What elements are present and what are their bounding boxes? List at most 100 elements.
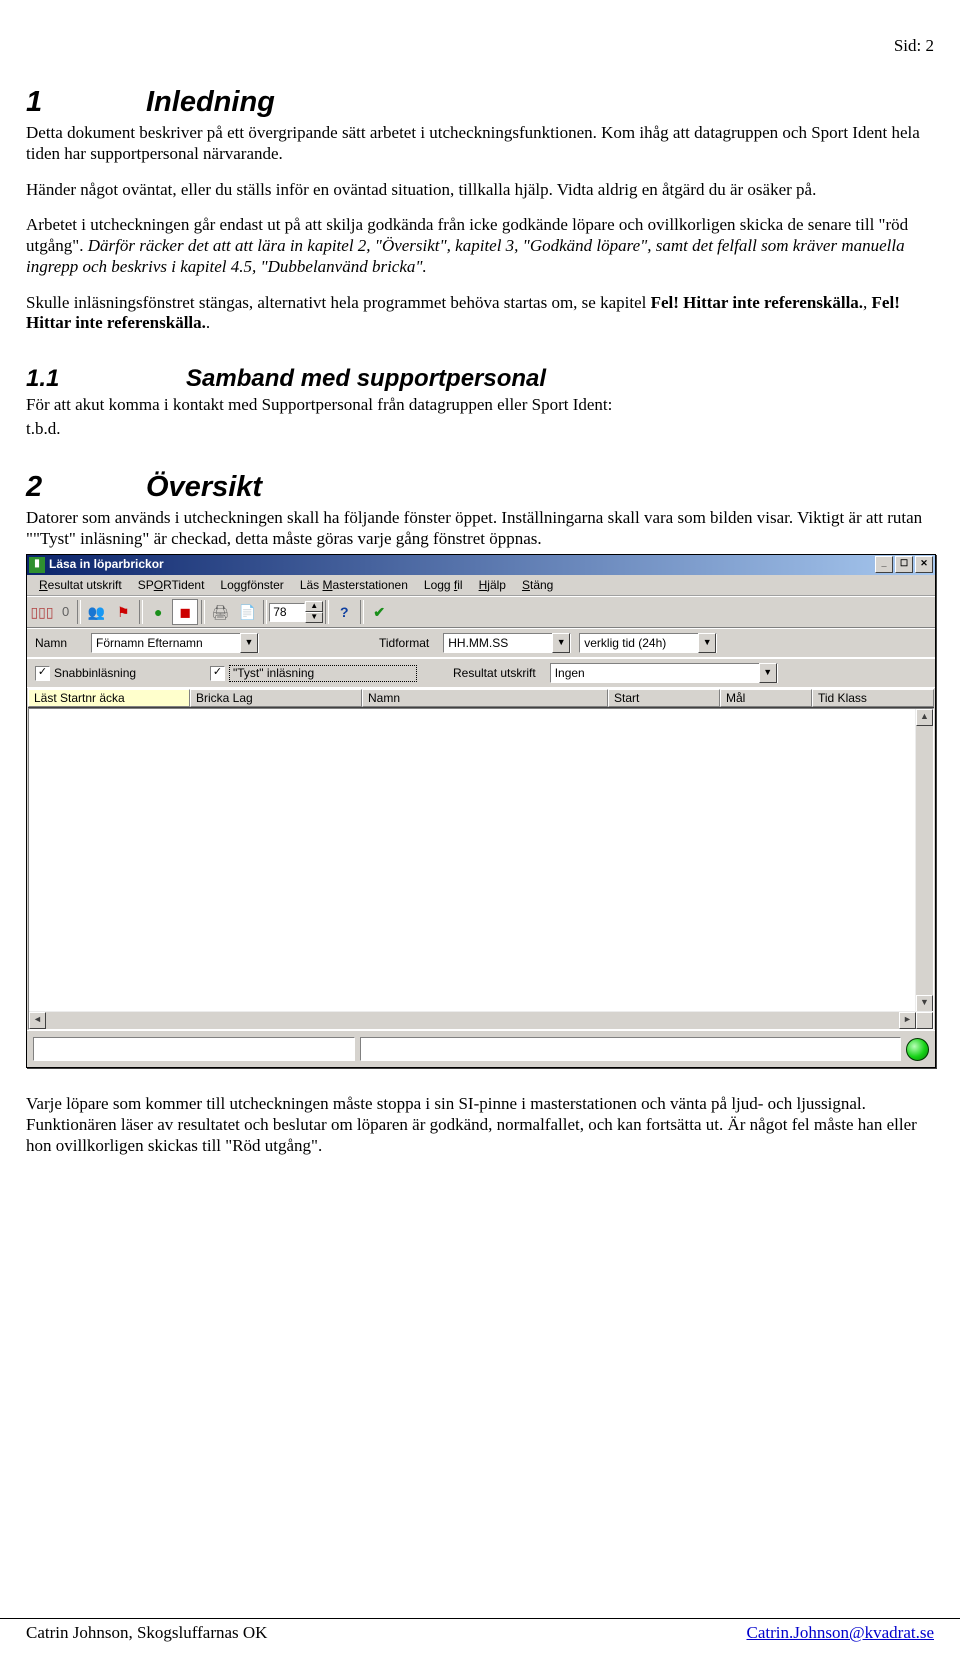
app-window: ▮ Läsa in löparbrickor _ ☐ ✕ Resultat ut… xyxy=(26,554,936,1069)
toolbar-spinner[interactable]: 78 ▲ ▼ xyxy=(269,601,323,623)
menu-loggfonster[interactable]: Loggfönster xyxy=(212,577,291,594)
text-bold: Fel! Hittar inte referenskälla. xyxy=(651,293,863,312)
close-button[interactable]: ✕ xyxy=(915,556,933,573)
menu-stang[interactable]: Stäng xyxy=(514,577,561,594)
toolbar-btn-help[interactable]: ? xyxy=(331,599,357,625)
heading-number: 2 xyxy=(26,470,146,505)
col-tid[interactable]: Tid Klass xyxy=(812,689,934,707)
scroll-up-icon[interactable]: ▲ xyxy=(916,709,933,726)
spinner-value[interactable]: 78 xyxy=(269,603,305,622)
col-namn[interactable]: Namn xyxy=(362,689,608,707)
form-row-namn: Namn Förnamn Efternamn ▼ Tidformat HH.MM… xyxy=(27,628,935,658)
vertical-scrollbar[interactable]: ▲ ▼ xyxy=(915,709,933,1012)
tidformat-value: HH.MM.SS xyxy=(444,634,552,652)
tyst-label: "Tyst" inläsning xyxy=(229,665,417,682)
menu-las-master[interactable]: Läs Masterstationen xyxy=(292,577,416,594)
spinner-up[interactable]: ▲ xyxy=(305,601,323,612)
paragraph: Datorer som används i utcheckningen skal… xyxy=(26,508,934,549)
dropdown-icon[interactable]: ▼ xyxy=(698,633,716,653)
dropdown-icon[interactable]: ▼ xyxy=(759,663,777,683)
separator xyxy=(325,600,329,624)
heading-text: Samband med supportpersonal xyxy=(186,365,546,392)
col-bricka[interactable]: Bricka Lag xyxy=(190,689,362,707)
namn-label: Namn xyxy=(35,636,85,651)
status-field-1 xyxy=(33,1037,355,1061)
separator xyxy=(263,600,267,624)
horizontal-scrollbar[interactable]: ◄ ► xyxy=(29,1011,933,1029)
toolbar-btn-check[interactable]: ✔ xyxy=(366,599,392,625)
minimize-button[interactable]: _ xyxy=(875,556,893,573)
separator xyxy=(201,600,205,624)
text: Skulle inläsningsfönstret stängas, alter… xyxy=(26,293,651,312)
paragraph: Skulle inläsningsfönstret stängas, alter… xyxy=(26,293,934,334)
scroll-down-icon[interactable]: ▼ xyxy=(916,995,933,1012)
namn-combo[interactable]: Förnamn Efternamn ▼ xyxy=(91,633,259,653)
dropdown-icon[interactable]: ▼ xyxy=(240,633,258,653)
scroll-right-icon[interactable]: ► xyxy=(899,1012,916,1029)
menubar: Resultat utskrift SPORTident Loggfönster… xyxy=(27,575,935,597)
status-field-2 xyxy=(360,1037,901,1061)
toolbar-btn-flag[interactable]: ⚑ xyxy=(110,599,136,625)
toolbar-counter: 0 xyxy=(56,604,75,620)
col-mal[interactable]: Mål xyxy=(720,689,812,707)
tidformat-label: Tidformat xyxy=(379,636,429,651)
text: , xyxy=(863,293,872,312)
snabb-label: Snabbinläsning xyxy=(54,666,204,681)
heading-2-oversikt: 2Översikt xyxy=(26,470,934,505)
text-italic: Därför räcker det att att lära in kapite… xyxy=(26,236,905,276)
window-title: Läsa in löparbrickor xyxy=(49,557,164,572)
spinner-down[interactable]: ▼ xyxy=(305,612,323,623)
paragraph: Varje löpare som kommer till utcheckning… xyxy=(26,1094,934,1156)
col-last[interactable]: Läst Startnr äcka xyxy=(28,689,190,707)
statusbar xyxy=(27,1030,935,1067)
scroll-left-icon[interactable]: ◄ xyxy=(29,1012,46,1029)
namn-value: Förnamn Efternamn xyxy=(92,634,240,652)
heading-text: Inledning xyxy=(146,86,275,118)
heading-1-inledning: 1Inledning xyxy=(26,85,934,120)
scroll-grip xyxy=(916,1012,933,1029)
paragraph: t.b.d. xyxy=(26,419,934,440)
verklig-value: verklig tid (24h) xyxy=(580,634,698,652)
separator xyxy=(77,600,81,624)
col-start[interactable]: Start xyxy=(608,689,720,707)
menu-loggfil[interactable]: Logg fil xyxy=(416,577,471,594)
paragraph: Händer något oväntat, eller du ställs in… xyxy=(26,180,934,201)
menu-sportident[interactable]: SPORTident xyxy=(130,577,213,594)
footer-email-link[interactable]: Catrin.Johnson@kvadrat.se xyxy=(746,1623,934,1644)
toolbar-btn-stop[interactable]: ◼ xyxy=(172,599,198,625)
paragraph: Detta dokument beskriver på ett övergrip… xyxy=(26,123,934,164)
resultat-label: Resultat utskrift xyxy=(453,666,536,681)
resultat-value: Ingen xyxy=(551,664,759,682)
list-area: ▲ ▼ ◄ ► xyxy=(28,708,934,1030)
status-led-icon xyxy=(906,1038,929,1061)
maximize-button[interactable]: ☐ xyxy=(895,556,913,573)
menu-resultat[interactable]: Resultat utskrift xyxy=(31,577,130,594)
tidformat-combo[interactable]: HH.MM.SS ▼ xyxy=(443,633,571,653)
heading-text: Översikt xyxy=(146,471,262,503)
toolbar-btn-people[interactable]: 👥 xyxy=(83,599,109,625)
toolbar-btn-doc[interactable]: 📄 xyxy=(234,599,260,625)
text: . xyxy=(206,313,210,332)
separator xyxy=(360,600,364,624)
toolbar: ▯▯▯ 0 👥 ⚑ ● ◼ 🖨 📄 78 ▲ ▼ ? ✔ xyxy=(27,596,935,628)
page-number: Sid: 2 xyxy=(26,36,934,57)
tyst-checkbox[interactable]: ✓ xyxy=(210,666,225,681)
heading-number: 1 xyxy=(26,85,146,120)
menu-hjalp[interactable]: Hjälp xyxy=(471,577,514,594)
snabb-checkbox[interactable]: ✓ xyxy=(35,666,50,681)
verklig-combo[interactable]: verklig tid (24h) ▼ xyxy=(579,633,717,653)
app-icon: ▮ xyxy=(29,557,45,573)
toolbar-btn-print[interactable]: 🖨 xyxy=(207,599,233,625)
dropdown-icon[interactable]: ▼ xyxy=(552,633,570,653)
toolbar-btn-green[interactable]: ● xyxy=(145,599,171,625)
heading-1-1-samband: 1.1Samband med supportpersonal xyxy=(26,364,934,393)
footer-author: Catrin Johnson, Skogsluffarnas OK xyxy=(26,1623,267,1644)
titlebar[interactable]: ▮ Läsa in löparbrickor _ ☐ ✕ xyxy=(27,555,935,575)
form-row-options: ✓ Snabbinläsning ✓ "Tyst" inläsning Resu… xyxy=(27,658,935,688)
toolbar-btn-1[interactable]: ▯▯▯ xyxy=(29,599,55,625)
resultat-combo[interactable]: Ingen ▼ xyxy=(550,663,778,683)
heading-number: 1.1 xyxy=(26,364,186,393)
list-header: Läst Startnr äcka Bricka Lag Namn Start … xyxy=(28,688,934,708)
separator xyxy=(139,600,143,624)
page-footer: Catrin Johnson, Skogsluffarnas OK Catrin… xyxy=(0,1618,960,1644)
